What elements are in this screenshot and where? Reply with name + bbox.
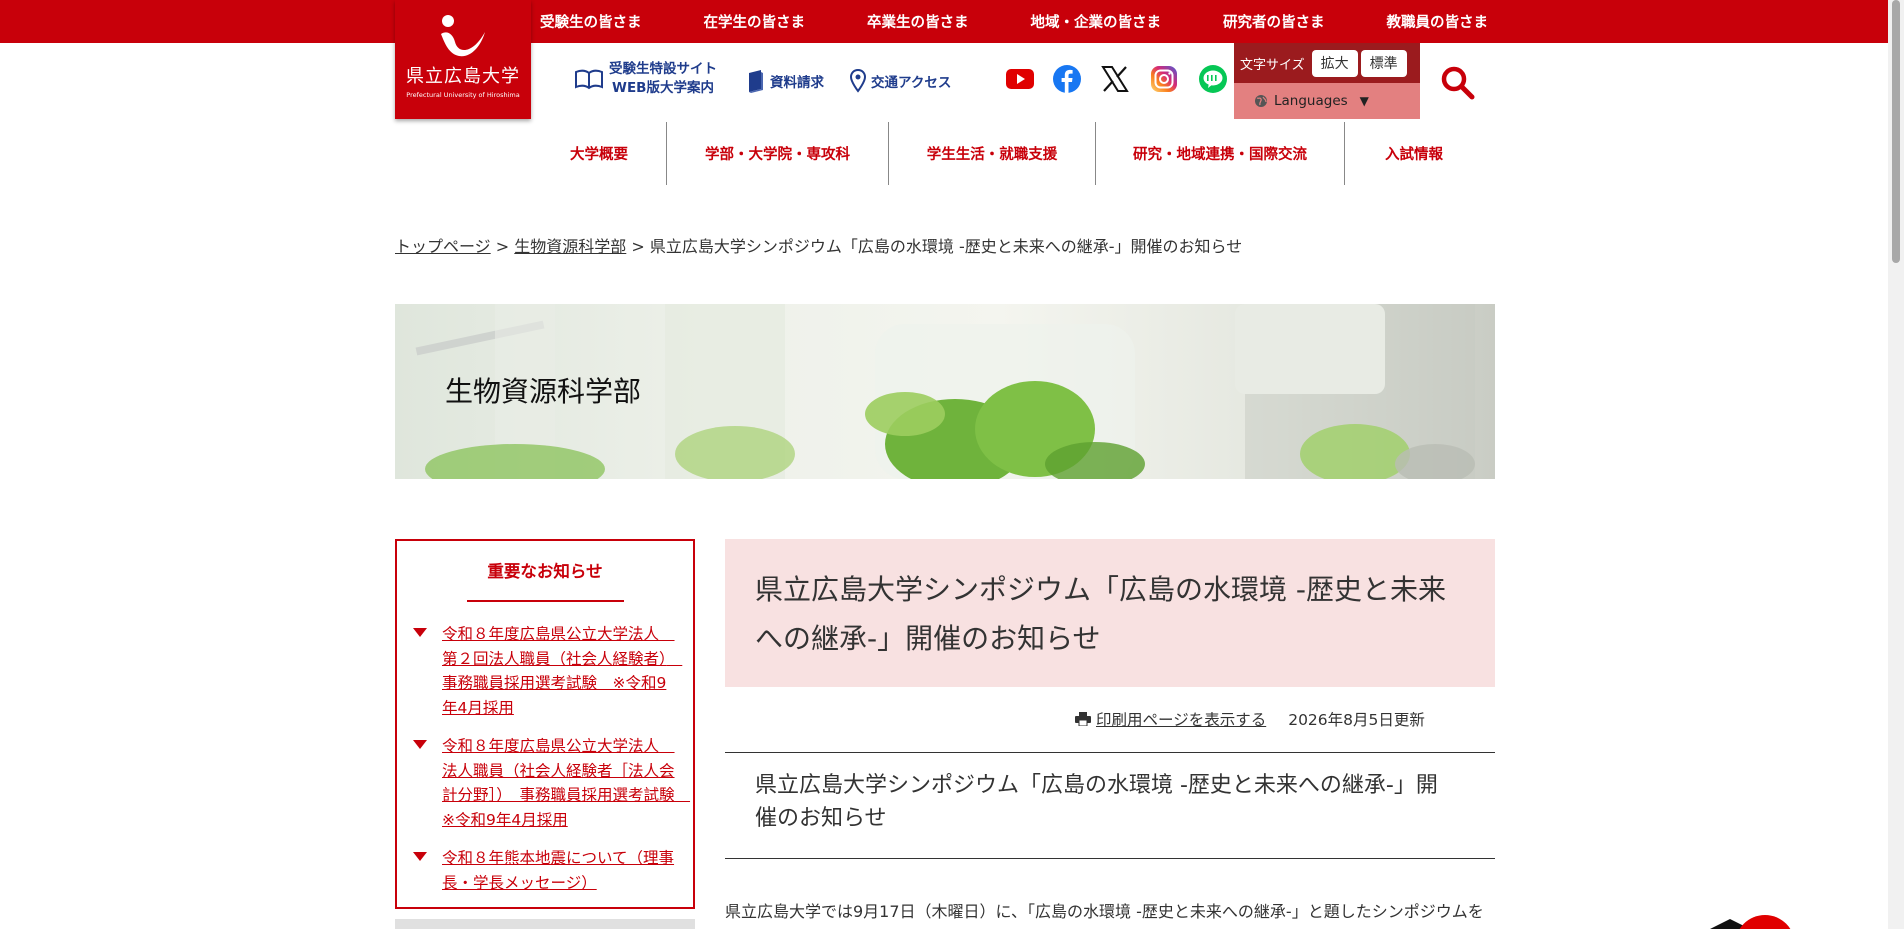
article-meta: 印刷用ページを表示する 2026年8月5日更新: [1075, 708, 1425, 730]
notice-link[interactable]: 令和８年度広島県公立大学法人 第２回法人職員（社会人経験者） 事務職員採用選考試…: [442, 622, 682, 720]
globe-icon: [1255, 95, 1267, 107]
language-selector[interactable]: Languages ▼: [1234, 83, 1420, 119]
divider: [725, 858, 1495, 859]
map-pin-icon: [850, 69, 866, 93]
sidebar-next-block: [395, 919, 695, 929]
list-item: 令和８年度広島県公立大学法人 第２回法人職員（社会人経験者） 事務職員採用選考試…: [397, 622, 693, 720]
article-body: 県立広島大学では9月17日（木曜日）に、「広島の水環境 -歴史と未来への継承-」…: [725, 902, 1484, 921]
triangle-down-icon: [413, 852, 427, 861]
audience-link-applicants[interactable]: 受験生の皆さま: [540, 11, 642, 32]
exam-site-label: 受験生特設サイト: [609, 61, 717, 77]
triangle-down-icon: [413, 740, 427, 749]
page-scrollbar[interactable]: [1888, 0, 1904, 929]
divider: [725, 752, 1495, 753]
materials-request-link[interactable]: 資料請求: [747, 69, 824, 93]
audience-link-community[interactable]: 地域・企業の皆さま: [1031, 11, 1162, 32]
important-notices: 重要なお知らせ 令和８年度広島県公立大学法人 第２回法人職員（社会人経験者） 事…: [395, 539, 695, 909]
scrollbar-thumb[interactable]: [1892, 0, 1900, 263]
article-subtitle: 県立広島大学シンポジウム「広島の水環境 -歴史と未来への継承-」開催のお知らせ: [755, 773, 1438, 831]
notices-title: 重要なお知らせ: [487, 562, 603, 581]
materials-request-label: 資料請求: [770, 75, 824, 91]
faculty-banner: 生物資源科学部: [395, 304, 1495, 479]
line-icon[interactable]: [1198, 64, 1228, 94]
brochure-icon: [749, 70, 763, 93]
logo-subtitle: Prefectural University of Hiroshima: [406, 91, 520, 99]
triangle-down-icon: [413, 628, 427, 637]
book-icon: [575, 69, 603, 90]
instagram-icon[interactable]: [1149, 64, 1179, 94]
web-guide-label: WEB版大学案内: [612, 80, 714, 96]
breadcrumb-separator: >: [495, 237, 510, 256]
breadcrumb-home-link[interactable]: トップページ: [395, 237, 491, 256]
search-icon[interactable]: [1440, 65, 1476, 101]
breadcrumb-separator: >: [631, 237, 645, 256]
logo-mark-icon: [441, 15, 485, 57]
updated-date: 2026年8月5日更新: [1288, 711, 1425, 729]
font-standard-button[interactable]: 標準: [1360, 49, 1407, 77]
notice-link[interactable]: 令和８年度広島県公立大学法人 法人職員（社会人経験者［法人会計分野］） 事務職員…: [442, 734, 690, 832]
breadcrumb-current: 県立広島大学シンポジウム「広島の水環境 -歴史と未来への継承-」開催のお知らせ: [649, 237, 1243, 256]
page-title: 県立広島大学シンポジウム「広島の水環境 -歴史と未来への継承-」開催のお知らせ: [755, 573, 1447, 655]
gnav-faculties[interactable]: 学部・大学院・専攻科: [667, 122, 889, 185]
audience-link-researchers[interactable]: 研究者の皆さま: [1223, 11, 1325, 32]
chevron-down-icon: ▼: [1359, 94, 1369, 108]
article-title-box: 県立広島大学シンポジウム「広島の水環境 -歴史と未来への継承-」開催のお知らせ: [725, 539, 1495, 687]
floating-badge-icon[interactable]: [1700, 905, 1890, 929]
x-icon[interactable]: [1100, 64, 1130, 94]
exam-site-link[interactable]: 受験生特設サイト WEB版大学案内: [574, 60, 717, 98]
audience-link-staff[interactable]: 教職員の皆さま: [1387, 11, 1489, 32]
print-page-link[interactable]: 印刷用ページを表示する: [1096, 708, 1266, 730]
breadcrumb-section-link[interactable]: 生物資源科学部: [514, 237, 626, 256]
access-label: 交通アクセス: [871, 75, 952, 91]
font-enlarge-button[interactable]: 拡大: [1311, 49, 1358, 77]
breadcrumb: トップページ > 生物資源科学部 > 県立広島大学シンポジウム「広島の水環境 -…: [395, 233, 1242, 257]
university-logo[interactable]: 県立広島大学 Prefectural University of Hiroshi…: [395, 0, 531, 119]
font-size-control: 文字サイズ 拡大 標準: [1234, 43, 1420, 83]
facebook-icon[interactable]: [1052, 64, 1082, 94]
audience-link-students[interactable]: 在学生の皆さま: [704, 11, 806, 32]
gnav-research[interactable]: 研究・地域連携・国際交流: [1096, 122, 1345, 185]
audience-nav: 受験生の皆さま 在学生の皆さま 卒業生の皆さま 地域・企業の皆さま 研究者の皆さ…: [540, 0, 1488, 43]
list-item: 令和８年度広島県公立大学法人 法人職員（社会人経験者［法人会計分野］） 事務職員…: [397, 734, 693, 832]
global-nav: 大学概要 学部・大学院・専攻科 学生生活・就職支援 研究・地域連携・国際交流 入…: [532, 122, 1483, 185]
languages-label: Languages: [1274, 93, 1348, 109]
notices-list: 令和８年度広島県公立大学法人 第２回法人職員（社会人経験者） 事務職員採用選考試…: [397, 622, 693, 895]
gnav-about[interactable]: 大学概要: [532, 122, 667, 185]
notice-link[interactable]: 令和８年熊本地震について（理事長・学長メッセージ）: [442, 846, 681, 895]
access-link[interactable]: 交通アクセス: [850, 69, 951, 93]
gnav-admissions[interactable]: 入試情報: [1345, 122, 1483, 185]
font-size-label: 文字サイズ: [1240, 57, 1305, 73]
gnav-student-life[interactable]: 学生生活・就職支援: [889, 122, 1096, 185]
youtube-icon[interactable]: [1005, 64, 1035, 94]
list-item: 令和８年熊本地震について（理事長・学長メッセージ）: [397, 846, 693, 895]
audience-link-alumni[interactable]: 卒業生の皆さま: [867, 11, 969, 32]
notices-divider: [466, 600, 624, 602]
banner-title: 生物資源科学部: [445, 375, 642, 408]
logo-title: 県立広島大学: [406, 66, 520, 87]
printer-icon: [1075, 712, 1091, 726]
